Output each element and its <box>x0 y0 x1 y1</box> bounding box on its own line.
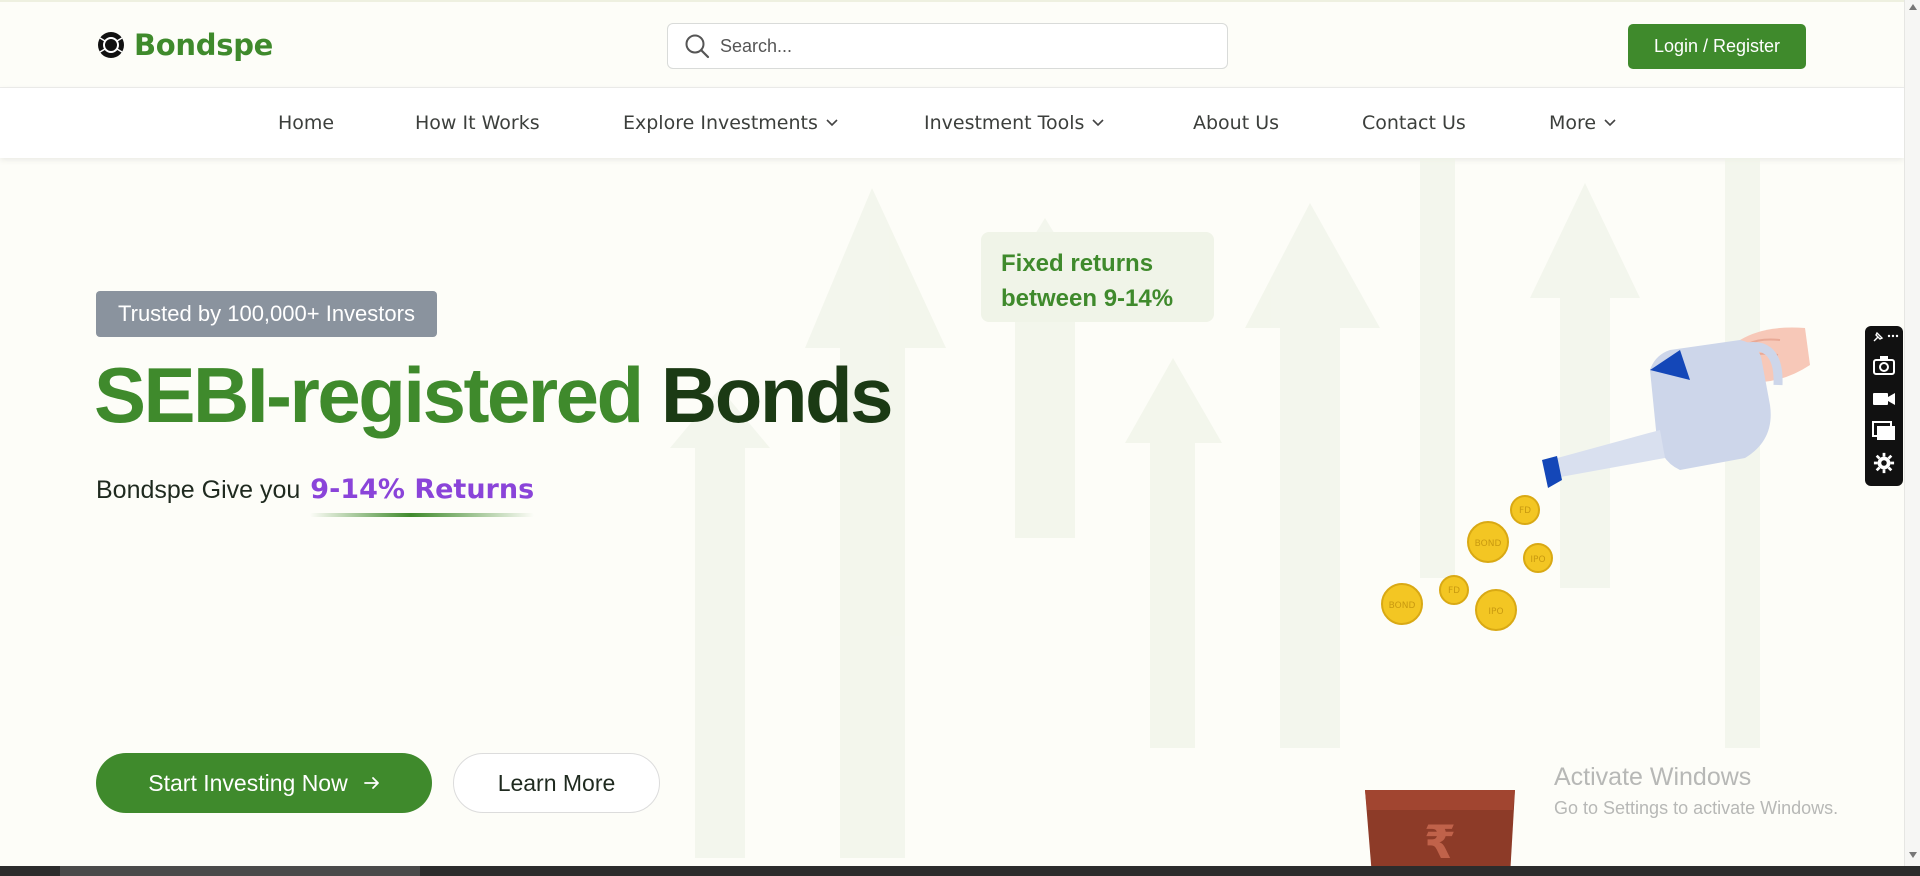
coin: FD <box>1510 495 1540 525</box>
nav-label: Contact Us <box>1362 112 1466 134</box>
hero-headline: SEBI-registered Bonds <box>94 350 894 440</box>
scroll-up-icon[interactable] <box>1909 4 1917 10</box>
coin: BOND <box>1467 521 1509 563</box>
headline-part1: SEBI-registered <box>94 351 644 439</box>
start-investing-label: Start Investing Now <box>148 769 348 796</box>
coin-label: IPO <box>1488 607 1503 617</box>
bondspe-logo-icon <box>98 32 124 58</box>
nav-item-investment-tools[interactable]: Investment Tools <box>924 112 1105 134</box>
nav-item-contact-us[interactable]: Contact Us <box>1362 112 1466 134</box>
returns-underline <box>310 513 535 517</box>
search-icon <box>685 34 710 59</box>
nav-item-how-it-works[interactable]: How It Works <box>415 112 540 134</box>
coin-label: FD <box>1519 506 1531 516</box>
coins-illustration: FD BOND IPO BOND FD IPO <box>1381 495 1553 631</box>
coin-label: BOND <box>1475 539 1502 549</box>
learn-more-button[interactable]: Learn More <box>453 753 660 813</box>
video-icon[interactable] <box>1872 388 1896 410</box>
chevron-down-icon <box>1092 119 1105 127</box>
brand-logo[interactable]: Bondspe <box>96 28 273 62</box>
activate-windows-watermark: Activate Windows Go to Settings to activ… <box>1554 763 1838 819</box>
fixed-returns-card: Fixed returns between 9-14% <box>981 232 1214 322</box>
settings-icon[interactable] <box>1872 452 1896 474</box>
coin: FD <box>1439 575 1469 605</box>
watering-can-illustration <box>1542 340 1783 488</box>
chevron-down-icon <box>826 119 838 127</box>
trusted-badge: Trusted by 100,000+ Investors <box>96 291 437 337</box>
nav-label: More <box>1549 112 1597 134</box>
nav-label: Explore Investments <box>623 112 818 134</box>
nav-item-home[interactable]: Home <box>278 112 334 134</box>
returns-highlight-text: 9-14% Returns <box>310 474 535 505</box>
window-icon[interactable] <box>1872 420 1896 442</box>
nav-label: Home <box>278 112 335 134</box>
page-scrollbar[interactable] <box>1904 0 1920 866</box>
taskbar-active-segment[interactable] <box>60 866 420 876</box>
os-taskbar <box>0 866 1920 876</box>
search-box[interactable] <box>667 23 1228 69</box>
arrow-right-icon <box>363 777 379 789</box>
coin-label: IPO <box>1530 555 1545 565</box>
svg-text:₹: ₹ <box>1424 815 1456 869</box>
hero-subline: Bondspe Give you 9-14% Returns <box>96 474 535 517</box>
coin: BOND <box>1381 583 1423 625</box>
login-register-button[interactable]: Login / Register <box>1628 24 1806 69</box>
screen-capture-toolbar <box>1865 326 1903 486</box>
nav-label: About Us <box>1193 112 1280 134</box>
rupee-pot-illustration: ₹ <box>1365 790 1515 876</box>
fixed-card-line1: Fixed returns <box>1001 250 1154 277</box>
fixed-card-line2: between 9-14% <box>1001 285 1174 312</box>
coin-label: BOND <box>1389 601 1416 611</box>
watermark-subtitle: Go to Settings to activate Windows. <box>1554 798 1839 818</box>
more-icon[interactable] <box>1887 333 1899 339</box>
nav-item-explore-investments[interactable]: Explore Investments <box>623 112 838 134</box>
nav-item-more[interactable]: More <box>1549 112 1616 134</box>
site-header: Bondspe Login / Register <box>0 0 1904 88</box>
brand-name: Bondspe <box>134 28 274 62</box>
main-nav: Home How It Works Explore Investments In… <box>0 88 1904 158</box>
start-investing-button[interactable]: Start Investing Now <box>96 753 432 813</box>
camera-icon[interactable] <box>1872 354 1896 376</box>
returns-highlight: 9-14% Returns <box>310 474 535 517</box>
search-input[interactable] <box>720 35 1200 57</box>
nav-item-about-us[interactable]: About Us <box>1193 112 1279 134</box>
subline-prefix: Bondspe Give you <box>96 476 301 504</box>
nav-label: How It Works <box>415 112 540 134</box>
watermark-title: Activate Windows <box>1554 763 1752 791</box>
scroll-down-icon[interactable] <box>1909 852 1917 858</box>
headline-part2: Bonds <box>660 351 894 439</box>
nav-label: Investment Tools <box>924 112 1085 134</box>
pin-icon[interactable] <box>1872 331 1884 343</box>
coin: IPO <box>1475 589 1517 631</box>
chevron-down-icon <box>1604 119 1616 127</box>
coin-label: FD <box>1448 586 1460 596</box>
coin: IPO <box>1523 543 1553 573</box>
